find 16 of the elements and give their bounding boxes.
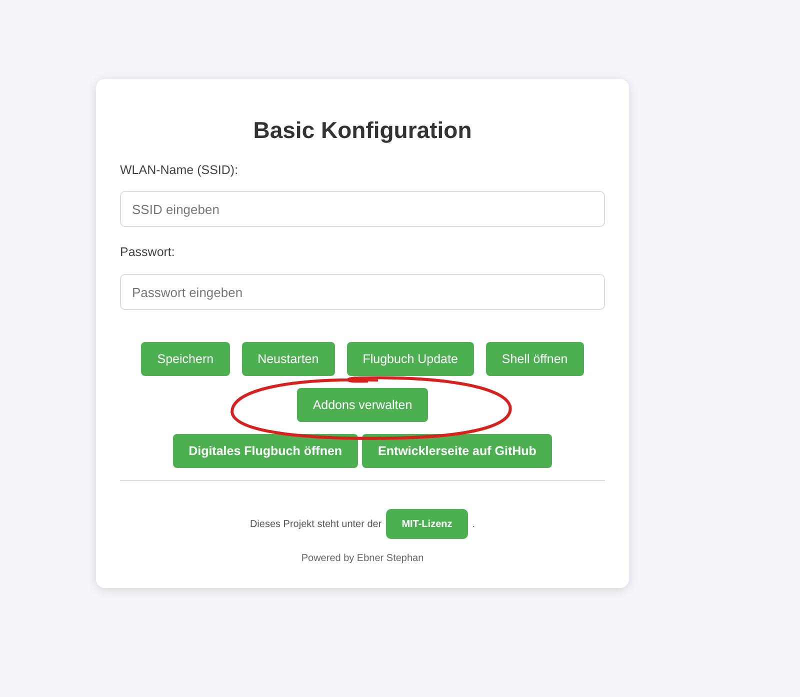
action-button[interactable]: Neustarten (242, 342, 335, 376)
field-label: Passwort: (120, 244, 175, 262)
action-button[interactable]: Entwicklerseite auf GitHub (362, 434, 552, 468)
page-title: Basic Konfiguration (252, 117, 473, 145)
action-button[interactable]: Flugbuch Update (346, 342, 474, 376)
input-field[interactable]: SSID eingeben (120, 191, 605, 228)
license-button[interactable]: MIT-Lizenz (386, 509, 468, 540)
action-button[interactable]: Speichern (141, 342, 230, 376)
action-button[interactable]: Shell öffnen (486, 342, 584, 376)
credit-text: Powered by Ebner Stephan (300, 552, 425, 566)
field-label: WLAN-Name (SSID): (120, 162, 238, 179)
input-field[interactable]: Passwort eingeben (120, 274, 605, 310)
action-button[interactable]: Addons verwalten (296, 388, 428, 422)
period-text: . (472, 518, 476, 532)
action-button[interactable]: Digitales Flugbuch öffnen (172, 434, 358, 468)
license-text: Dieses Projekt steht unter der (250, 518, 382, 532)
